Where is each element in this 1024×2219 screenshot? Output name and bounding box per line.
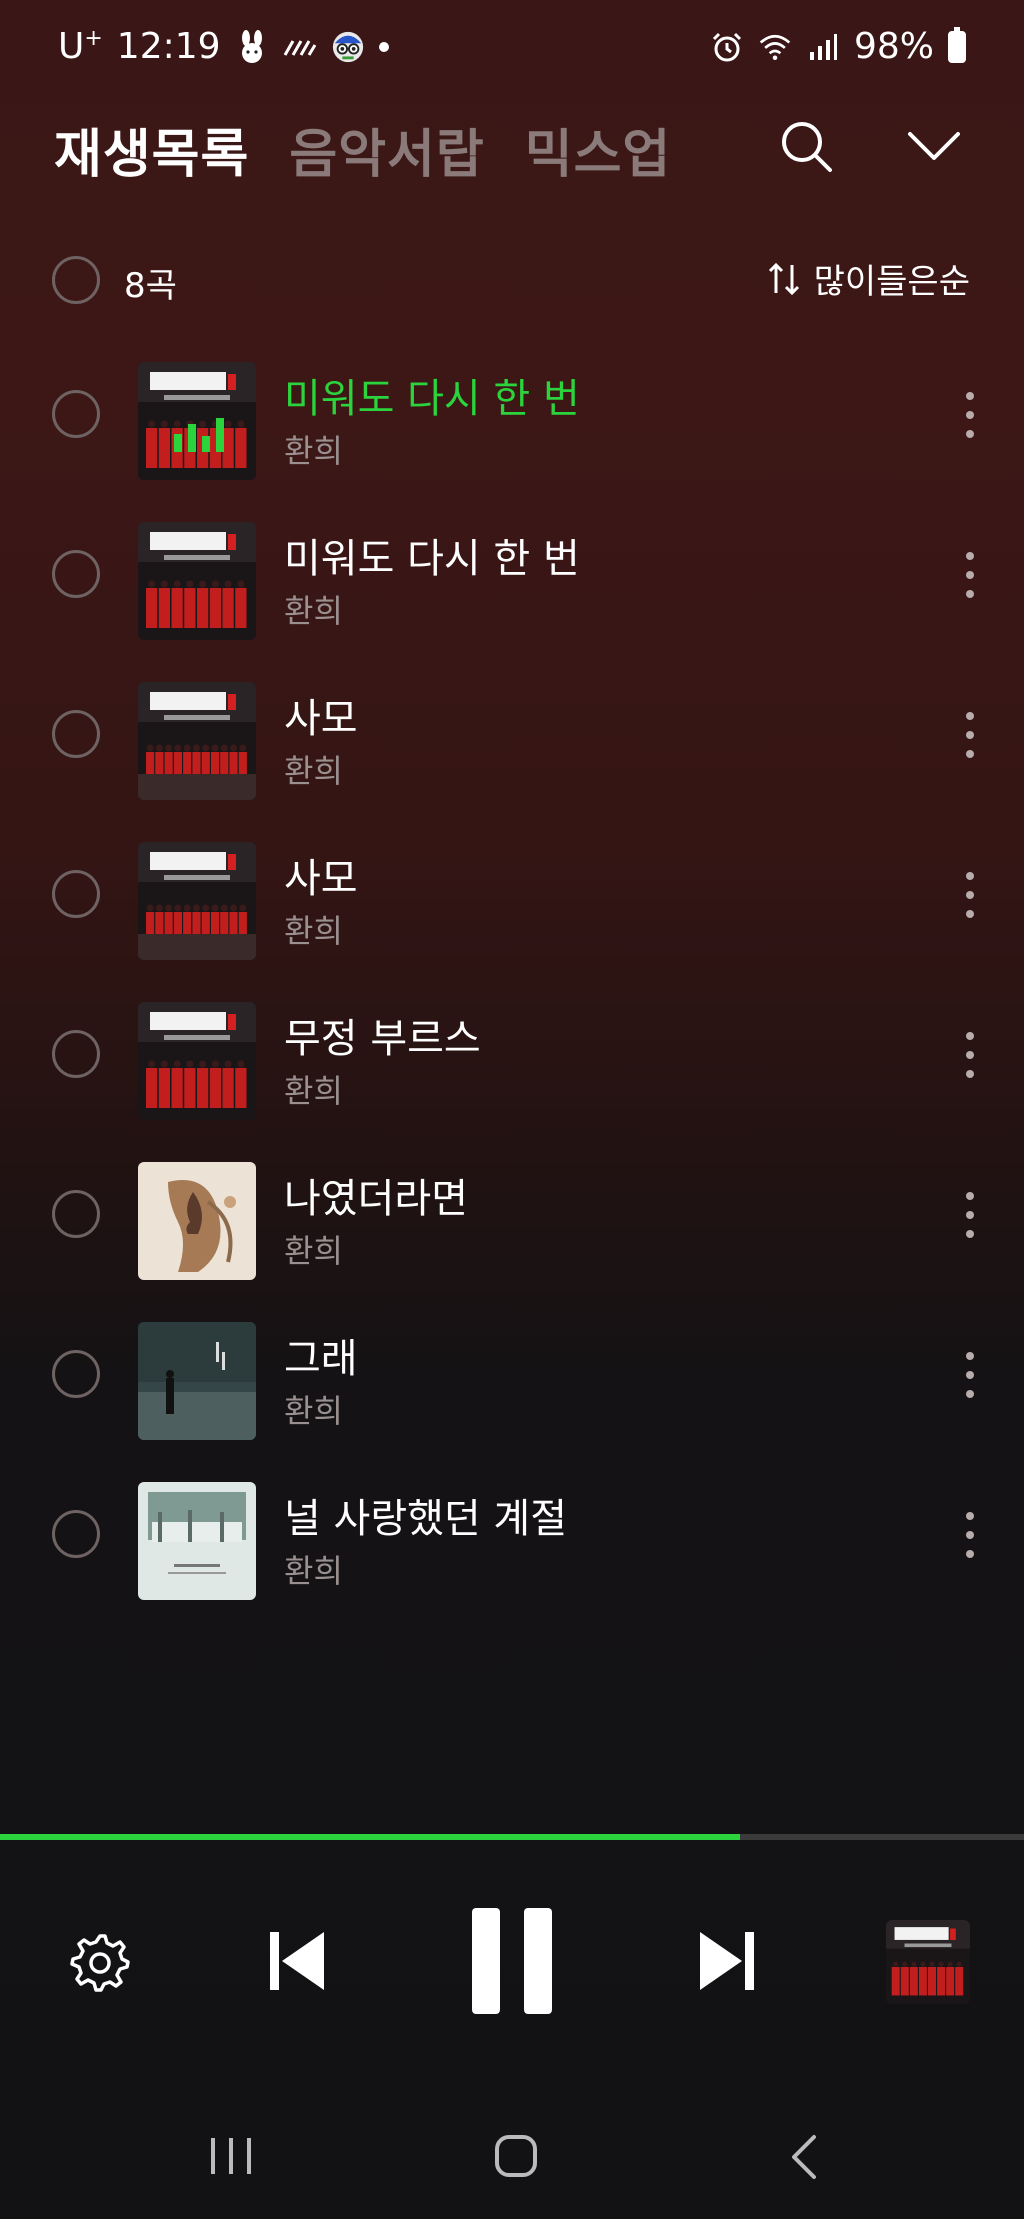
- sort-button[interactable]: 많이들은순: [766, 254, 970, 303]
- alarm-icon: [710, 30, 744, 64]
- character-app-icon: [331, 30, 365, 64]
- battery-level: 98%: [853, 26, 934, 67]
- tab-mixup[interactable]: 믹스업: [525, 112, 672, 187]
- item-checkbox[interactable]: [52, 1190, 100, 1238]
- now-playing-equalizer-icon: [172, 412, 224, 456]
- song-artist: 환희: [284, 1552, 343, 1590]
- recent-apps-icon[interactable]: [208, 2136, 254, 2180]
- more-options-icon[interactable]: [964, 1512, 976, 1558]
- song-artist: 환희: [284, 752, 343, 790]
- settings-gear-icon[interactable]: [68, 1930, 132, 1994]
- song-artist: 환희: [284, 912, 343, 950]
- list-header: 8곡 많이들은순: [0, 252, 1024, 312]
- carrier-label: U+: [58, 26, 103, 67]
- more-options-icon[interactable]: [964, 392, 976, 438]
- song-artist: 환희: [284, 1232, 343, 1270]
- chevron-down-icon[interactable]: [902, 114, 966, 178]
- item-checkbox[interactable]: [52, 1030, 100, 1078]
- song-title: 널 사랑했던 계절: [284, 1496, 568, 1542]
- more-options-icon[interactable]: [964, 1352, 976, 1398]
- rabbit-icon: [235, 29, 269, 64]
- album-art: [138, 362, 256, 480]
- back-icon[interactable]: [788, 2134, 818, 2184]
- song-title: 미워도 다시 한 번: [284, 376, 580, 422]
- song-title: 무정 부르스: [284, 1016, 481, 1062]
- notification-dot-icon: [378, 41, 389, 52]
- list-item[interactable]: 널 사랑했던 계절 환희: [0, 1454, 1024, 1614]
- album-art: [138, 842, 256, 960]
- signal-icon: [806, 30, 840, 64]
- song-title: 나였더라면: [284, 1176, 468, 1222]
- item-checkbox[interactable]: [52, 550, 100, 598]
- next-track-icon[interactable]: [696, 1928, 758, 1994]
- song-title: 미워도 다시 한 번: [284, 536, 580, 582]
- clock: 12:19: [116, 26, 221, 67]
- item-checkbox[interactable]: [52, 390, 100, 438]
- song-title: 그래: [284, 1336, 358, 1382]
- more-options-icon[interactable]: [964, 712, 976, 758]
- more-options-icon[interactable]: [964, 872, 976, 918]
- album-art: [138, 1162, 256, 1280]
- item-checkbox[interactable]: [52, 1510, 100, 1558]
- song-artist: 환희: [284, 432, 343, 470]
- song-artist: 환희: [284, 1392, 343, 1430]
- playback-progress-fill: [0, 1834, 741, 1840]
- item-checkbox[interactable]: [52, 710, 100, 758]
- sort-label: 많이들은순: [813, 262, 970, 302]
- playback-progress-bar[interactable]: [0, 1834, 1024, 1840]
- more-options-icon[interactable]: [964, 1032, 976, 1078]
- more-options-icon[interactable]: [964, 552, 976, 598]
- list-item[interactable]: 사모 환희: [0, 814, 1024, 974]
- song-artist: 환희: [284, 1072, 343, 1110]
- song-title: 사모: [284, 856, 358, 902]
- wifi-icon: [758, 30, 792, 64]
- list-item[interactable]: 그래 환희: [0, 1294, 1024, 1454]
- system-nav-bar: [0, 2120, 1024, 2190]
- status-bar: U+ 12:19 98%: [0, 0, 1024, 100]
- album-art: [138, 1002, 256, 1120]
- song-artist: 환희: [284, 592, 343, 630]
- sort-icon: [768, 262, 799, 295]
- tab-bar: 재생목록 음악서랍 믹스업: [54, 112, 671, 187]
- list-item[interactable]: 나였더라면 환희: [0, 1134, 1024, 1294]
- home-icon[interactable]: [494, 2134, 538, 2182]
- battery-icon: [948, 26, 966, 63]
- tab-music-drawer[interactable]: 음악서랍: [289, 112, 484, 187]
- search-icon[interactable]: [774, 114, 838, 178]
- list-item[interactable]: 미워도 다시 한 번 환희: [0, 494, 1024, 654]
- select-all-checkbox[interactable]: [52, 256, 100, 304]
- list-item[interactable]: 미워도 다시 한 번 환희: [0, 334, 1024, 494]
- more-options-icon[interactable]: [964, 1192, 976, 1238]
- item-checkbox[interactable]: [52, 1350, 100, 1398]
- tab-playlist[interactable]: 재생목록: [54, 112, 249, 187]
- album-art: [138, 1322, 256, 1440]
- data-saver-icon: [283, 30, 317, 64]
- album-art: [138, 522, 256, 640]
- album-art: [138, 1482, 256, 1600]
- song-title: 사모: [284, 696, 358, 742]
- now-playing-album-art[interactable]: [886, 1920, 970, 2004]
- pause-icon[interactable]: [470, 1906, 554, 2016]
- previous-track-icon[interactable]: [266, 1928, 328, 1994]
- list-item[interactable]: 사모 환희: [0, 654, 1024, 814]
- item-checkbox[interactable]: [52, 870, 100, 918]
- album-art: [138, 682, 256, 800]
- song-count: 8곡: [124, 266, 177, 306]
- list-item[interactable]: 무정 부르스 환희: [0, 974, 1024, 1134]
